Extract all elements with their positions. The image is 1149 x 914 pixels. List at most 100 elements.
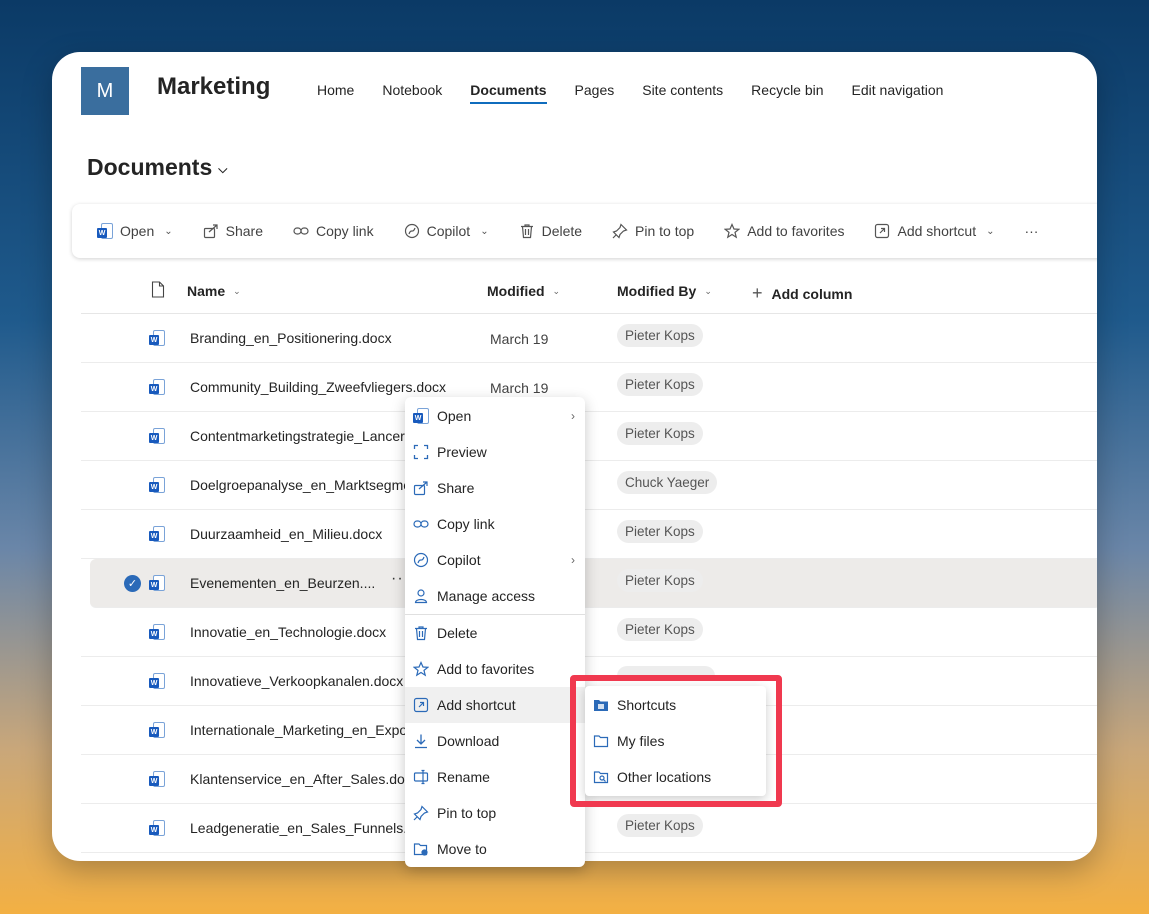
menu-copy-link[interactable]: Copy link [405,506,585,542]
modified-by-pill[interactable]: Pieter Kops [617,373,703,396]
table-row[interactable]: W Doelgroepanalyse_en_Marktsegme Chuck Y… [81,461,1097,510]
menu-rename[interactable]: Rename [405,759,585,795]
word-icon: W [149,673,165,692]
menu-share[interactable]: Share [405,470,585,506]
site-logo[interactable]: M [81,67,129,115]
table-row[interactable]: W Branding_en_Positionering.docx March 1… [81,314,1097,363]
table-row[interactable]: W Community_Building_Zweefvliegers.docx … [81,363,1097,412]
column-name[interactable]: Name ⌄ [187,283,241,299]
site-title[interactable]: Marketing [157,73,270,101]
word-icon: W [149,428,165,447]
copilot-button[interactable]: Copilot ⌄ [404,223,489,239]
context-menu: W Open › Preview Share Copy link Copilot… [405,397,585,867]
modified-by-pill[interactable]: Pieter Kops [617,520,703,543]
file-name[interactable]: Community_Building_Zweefvliegers.docx [190,379,446,395]
more-icon: ··· [1024,223,1039,239]
file-name[interactable]: Duurzaamheid_en_Milieu.docx [190,526,382,542]
shortcut-icon [874,223,890,239]
share-button[interactable]: Share [203,223,263,239]
table-row[interactable]: W Contentmarketingstrategie_Lanceri Piet… [81,412,1097,461]
nav-pages[interactable]: Pages [575,82,615,104]
table-row[interactable]: W Leadgeneratie_en_Sales_Funnels.do Piet… [81,804,1097,853]
modified-by-pill[interactable]: Pieter Kops [617,569,703,592]
library-title[interactable]: Documents ⌵ [87,154,227,181]
open-button[interactable]: W Open ⌄ [97,223,173,239]
add-to-favorites-label: Add to favorites [747,223,845,239]
nav-notebook[interactable]: Notebook [382,82,442,104]
column-name-label: Name [187,283,226,299]
menu-open[interactable]: W Open › [405,398,585,434]
preview-icon [413,444,429,460]
column-modified-label: Modified [487,283,545,299]
menu-rename-label: Rename [437,769,490,785]
share-label: Share [225,223,263,239]
more-actions-button[interactable]: ··· [1024,223,1038,239]
plus-icon: + [752,283,763,303]
pin-icon [612,223,628,239]
pin-to-top-button[interactable]: Pin to top [612,223,694,239]
table-row-selected[interactable]: ✓ W Evenementen_en_Beurzen.... ··· Piete… [90,559,1097,608]
menu-add-to-favorites[interactable]: Add to favorites [405,651,585,687]
menu-delete[interactable]: Delete [405,615,585,651]
word-icon: W [149,379,165,398]
add-column-button[interactable]: + Add column [752,283,852,304]
menu-add-shortcut-label: Add shortcut [437,697,516,713]
add-shortcut-button[interactable]: Add shortcut ⌄ [874,223,994,239]
delete-button[interactable]: Delete [519,223,582,239]
modified-by-pill[interactable]: Chuck Yaeger [617,471,718,494]
menu-add-shortcut[interactable]: Add shortcut [405,687,585,723]
copy-link-label: Copy link [316,223,374,239]
file-name[interactable]: Contentmarketingstrategie_Lanceri [190,428,408,444]
file-name[interactable]: Innovatieve_Verkoopkanalen.docx [190,673,403,689]
move-to-icon [413,841,429,857]
file-modified: March 19 [490,331,549,347]
file-type-icon[interactable] [151,281,165,298]
modified-by-pill[interactable]: Pieter Kops [617,324,703,347]
copy-link-button[interactable]: Copy link [293,223,374,239]
rename-icon [413,769,429,785]
menu-copilot-label: Copilot [437,552,481,568]
submenu-my-files[interactable]: My files [585,723,766,759]
nav-site-contents[interactable]: Site contents [642,82,723,104]
nav-home[interactable]: Home [317,82,354,104]
shortcuts-folder-icon [593,697,609,713]
modified-by-pill[interactable]: Pieter Kops [617,422,703,445]
file-name[interactable]: Innovatie_en_Technologie.docx [190,624,386,640]
chevron-down-icon: ⌄ [552,285,561,296]
library-title-text: Documents [87,154,213,180]
modified-by-pill[interactable]: Pieter Kops [617,814,703,837]
download-icon [413,733,429,749]
table-row[interactable]: W Duurzaamheid_en_Milieu.docx Pieter Kop… [81,510,1097,559]
menu-move-to-label: Move to [437,841,487,857]
nav-recycle-bin[interactable]: Recycle bin [751,82,823,104]
folder-icon [593,733,609,749]
chevron-right-icon: › [571,409,575,423]
trash-icon [413,625,429,641]
submenu-other-locations[interactable]: Other locations [585,759,766,795]
file-name[interactable]: Branding_en_Positionering.docx [190,330,392,346]
menu-download[interactable]: Download [405,723,585,759]
modified-by-pill[interactable]: Pieter Kops [617,618,703,641]
word-icon: W [149,477,165,496]
checkmark-icon[interactable]: ✓ [124,575,141,592]
column-modified-by[interactable]: Modified By ⌄ [617,283,712,299]
menu-copy-link-label: Copy link [437,516,495,532]
menu-pin-to-top[interactable]: Pin to top [405,795,585,831]
file-name[interactable]: Internationale_Marketing_en_Expor [190,722,412,738]
file-name[interactable]: Doelgroepanalyse_en_Marktsegme [190,477,411,493]
add-to-favorites-button[interactable]: Add to favorites [724,223,844,239]
submenu-shortcuts[interactable]: Shortcuts [585,687,766,723]
menu-manage-access[interactable]: Manage access [405,578,585,614]
nav-edit-navigation[interactable]: Edit navigation [852,82,944,104]
menu-move-to[interactable]: Move to [405,831,585,867]
file-name[interactable]: Evenementen_en_Beurzen.... [190,575,375,591]
file-name[interactable]: Leadgeneratie_en_Sales_Funnels.do [190,820,423,836]
table-row[interactable]: W Innovatie_en_Technologie.docx Pieter K… [81,608,1097,657]
menu-preview[interactable]: Preview [405,434,585,470]
file-name[interactable]: Klantenservice_en_After_Sales.docx [190,771,419,787]
word-icon: W [149,722,165,741]
nav-documents[interactable]: Documents [470,82,547,104]
menu-copilot[interactable]: Copilot › [405,542,585,578]
person-icon [413,588,429,604]
column-modified[interactable]: Modified ⌄ [487,283,560,299]
